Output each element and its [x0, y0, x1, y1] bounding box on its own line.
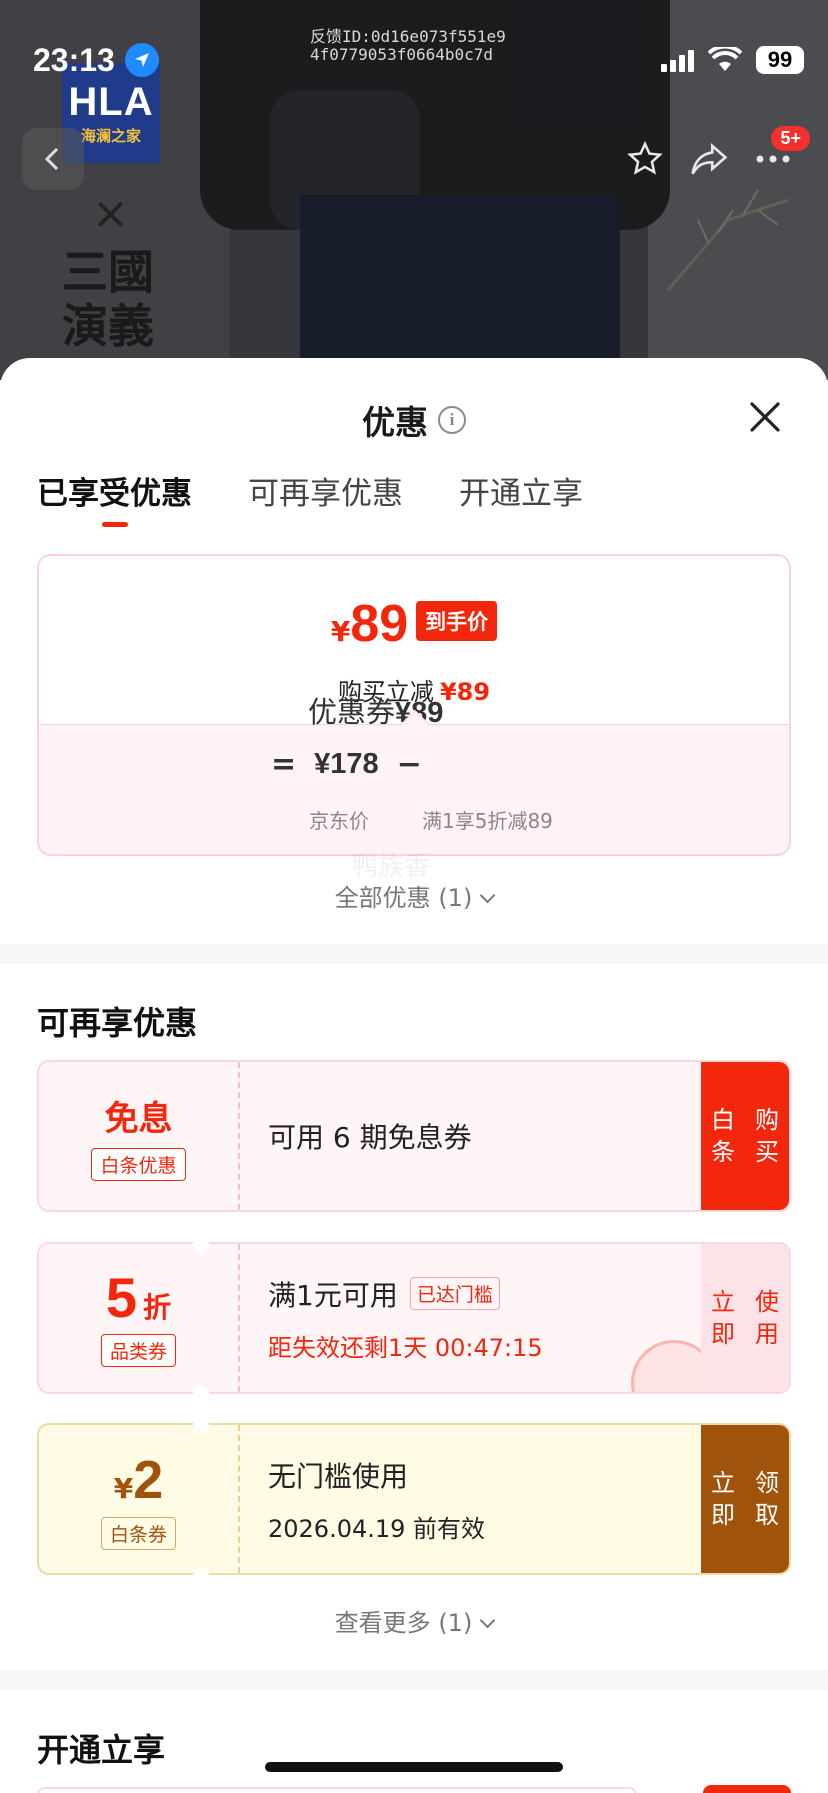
section-divider — [0, 1670, 828, 1690]
collab-title-line2: 演義 — [62, 299, 154, 353]
coupon-notch — [193, 1417, 209, 1433]
coupon-notch — [193, 1568, 209, 1584]
final-price-row: ¥89 到手价 — [39, 594, 789, 654]
tab-more-available[interactable]: 可再享优惠 — [248, 468, 403, 527]
battery-indicator: 99 — [756, 46, 804, 74]
star-icon — [627, 140, 663, 175]
home-indicator[interactable] — [265, 1762, 563, 1772]
section-title-open-to-enjoy: 开通立享 — [37, 1731, 166, 1769]
chevron-down-icon — [480, 1612, 496, 1629]
sheet-title: 优惠 — [362, 403, 428, 442]
discount-number: 5 — [105, 1265, 138, 1329]
all-offers-label: 全部优惠 (1) — [334, 884, 473, 912]
threshold-reached-badge: 已达门槛 — [409, 1277, 500, 1310]
jd-price-label: 京东价 — [309, 809, 369, 833]
coupon-detail: 可用 6 期免息券 — [268, 1062, 699, 1210]
brand-logo-text: HLA — [68, 80, 154, 124]
coupon-notch — [193, 1386, 209, 1402]
share-icon — [691, 143, 728, 175]
coupon-notch — [193, 1236, 209, 1252]
section-title-more-offers: 可再享优惠 — [37, 1004, 198, 1042]
tab-enjoyed[interactable]: 已享受优惠 — [37, 468, 192, 527]
feedback-id: 反馈ID:0d16e073f551e9 4f0779053f0664b0c7d — [310, 28, 506, 64]
coupon-interest-free: 免息 白条优惠 可用 6 期免息券 白条 购买 — [37, 1060, 791, 1212]
coupon-baitiao: ¥2 白条券 无门槛使用 2026.04.19 前有效 立即 领取 — [37, 1423, 791, 1575]
coupon-condition: 满1元可用 — [268, 1278, 398, 1312]
message-count-badge: 5+ — [771, 126, 810, 151]
final-price-card: ¥89 到手价 购买立减 ¥89 = ¥178 − 优惠券¥89 京东价 满1享5折… — [37, 554, 791, 856]
status-time: 23:13 — [33, 42, 115, 78]
coupon-deduction-label: 优惠券 — [308, 694, 396, 729]
collab-title-line1: 三國 — [62, 245, 154, 299]
use-now-button[interactable]: 立即 使用 — [701, 1244, 789, 1392]
price-formula: = ¥178 − 优惠券¥89 — [271, 695, 443, 783]
coupon-category-chip: 品类券 — [100, 1333, 176, 1367]
see-more-toggle[interactable]: 查看更多 (1) — [0, 1603, 828, 1638]
promotion-sheet: 优惠 i 已享受优惠 可再享优惠 开通立享 ¥89 到手价 购买立减 ¥89 = ¥1… — [0, 358, 828, 1793]
final-price-tag: 到手价 — [416, 601, 498, 641]
coupon-amount: ¥2 — [114, 1449, 164, 1511]
final-price-value: 89 — [350, 595, 409, 653]
tab-open-to-enjoy[interactable]: 开通立享 — [459, 468, 583, 527]
coupon-category-chip: 白条券 — [100, 1516, 176, 1550]
coupon-description: 可用 6 期免息券 — [268, 1121, 472, 1154]
sheet-header: 优惠 i — [0, 396, 828, 444]
coupon-condition: 无门槛使用 — [268, 1459, 409, 1493]
feedback-id-line2: 4f0779053f0664b0c7d — [310, 45, 494, 64]
claim-now-button[interactable]: 立即 领取 — [701, 1425, 789, 1573]
coupon-type-text: 免息 — [104, 1099, 173, 1139]
promotion-tabs: 已享受优惠 可再享优惠 开通立享 — [37, 468, 583, 527]
collab-cross: × — [92, 188, 129, 239]
info-icon[interactable]: i — [438, 406, 466, 434]
final-price-currency: ¥ — [330, 615, 351, 648]
coupon-discount-value: 5折 — [106, 1269, 172, 1326]
status-icons: 99 — [661, 46, 804, 74]
cellular-signal-icon — [661, 48, 694, 72]
more-icon — [756, 155, 790, 163]
coupon-currency: ¥ — [113, 1471, 134, 1505]
collab-title: 三國 演義 — [62, 245, 154, 353]
share-button[interactable] — [678, 128, 740, 190]
brand-logo-subtext: 海澜之家 — [80, 127, 141, 145]
coupon-left-panel: 5折 品类券 — [39, 1244, 240, 1392]
coupon-rule-label: 满1享5折减89 — [422, 809, 553, 833]
chevron-down-icon — [480, 887, 496, 904]
price-breakdown: = ¥178 − 优惠券¥89 京东价 满1享5折减89 — [39, 695, 789, 854]
coupon-condition-row: 满1元可用 已达门槛 — [268, 1274, 699, 1314]
coupon-detail: 无门槛使用 2026.04.19 前有效 — [268, 1425, 699, 1573]
coupon-peek — [37, 1787, 637, 1793]
baitiao-buy-button[interactable]: 白条 购买 — [701, 1062, 789, 1210]
coupon-left-panel: 免息 白条优惠 — [39, 1062, 240, 1210]
coupon-amount-value: 2 — [133, 1449, 164, 1510]
coupon-category-chip: 白条优惠 — [91, 1148, 186, 1181]
section-divider — [0, 944, 828, 964]
equals-sign: = — [271, 747, 297, 782]
close-button[interactable] — [742, 394, 788, 440]
coupon-expiry: 2026.04.19 前有效 — [268, 1514, 486, 1543]
wifi-icon — [708, 47, 742, 71]
back-arrow-icon — [44, 147, 59, 171]
close-icon — [750, 402, 780, 432]
see-more-label: 查看更多 (1) — [334, 1609, 473, 1637]
discount-unit: 折 — [143, 1290, 172, 1324]
coupon-countdown: 距失效还剩1天 00:47:15 — [268, 1333, 543, 1362]
coupon-action-peek[interactable] — [703, 1785, 791, 1793]
coupon-category-discount: 5折 品类券 满1元可用 已达门槛 距失效还剩1天 00:47:15 立即 使用 — [37, 1242, 791, 1394]
back-button[interactable] — [22, 128, 84, 190]
coupon-left-panel: ¥2 白条券 — [39, 1425, 240, 1573]
location-arrow-icon — [125, 43, 159, 77]
feedback-id-line1: 反馈ID:0d16e073f551e9 — [310, 27, 506, 46]
favorite-button[interactable] — [614, 128, 676, 190]
all-offers-toggle[interactable]: 全部优惠 (1) — [0, 878, 828, 913]
